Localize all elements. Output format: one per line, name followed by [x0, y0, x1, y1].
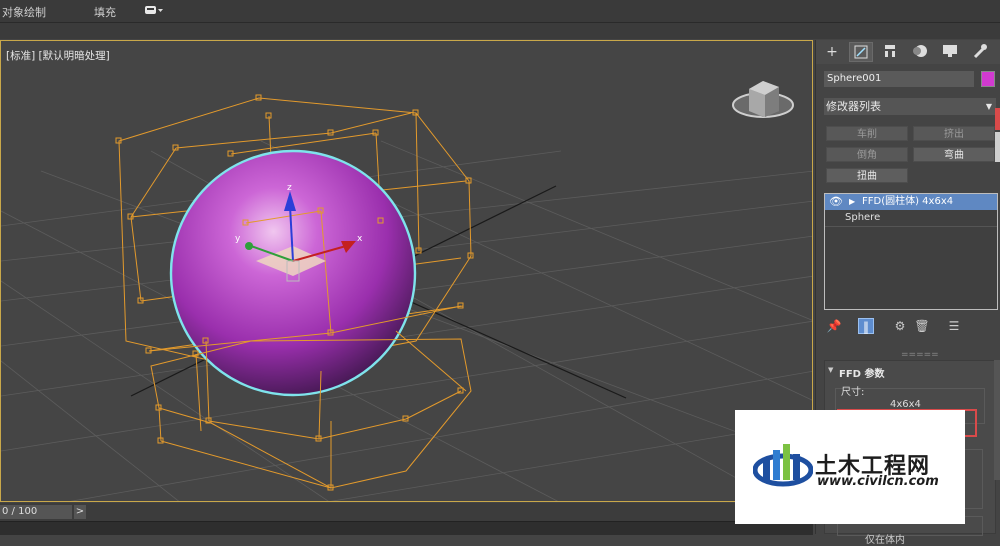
- expand-arrow-icon[interactable]: ▶: [849, 194, 855, 210]
- viewport-scene: [1, 81, 812, 501]
- modifier-stack: 👁 ▶ FFD(圆柱体) 4x6x4 Sphere: [824, 193, 998, 310]
- menubar: 对象绘制 填充: [0, 0, 1000, 23]
- panel-scrollbar[interactable]: [994, 360, 1000, 480]
- only-in-volume-radio[interactable]: 仅在体内: [865, 531, 905, 546]
- stack-item-sphere-label: Sphere: [845, 212, 881, 223]
- extrude-button[interactable]: 挤出: [913, 126, 995, 141]
- watermark-logo: [753, 444, 813, 487]
- gizmo-y-label: y: [235, 234, 241, 244]
- pin-stack-icon[interactable]: 📌: [826, 318, 842, 334]
- stack-item-sphere[interactable]: Sphere: [825, 210, 997, 227]
- grid: [1, 140, 812, 501]
- collapse-triangle-icon[interactable]: ▼: [828, 366, 833, 374]
- dimensions-label: 尺寸:: [841, 387, 865, 398]
- panel-divider-grip[interactable]: =====: [901, 350, 939, 360]
- watermark: 土木工程网 www.civilcn.com: [735, 410, 965, 524]
- stack-item-ffd-label: FFD(圆柱体) 4x6x4: [862, 196, 954, 207]
- eye-icon[interactable]: 👁: [829, 194, 843, 210]
- time-slider-frame[interactable]: 0 / 100: [0, 505, 72, 519]
- next-frame-button[interactable]: >: [74, 505, 86, 519]
- lathe-button[interactable]: 车削: [826, 126, 908, 141]
- fill-dropdown-icon[interactable]: [144, 5, 164, 17]
- modifier-list-dropdown[interactable]: 修改器列表 ▼: [824, 98, 996, 115]
- toolbar-strip: [0, 23, 1000, 39]
- stack-item-ffd[interactable]: 👁 ▶ FFD(圆柱体) 4x6x4: [825, 194, 997, 210]
- utilities-tab-icon[interactable]: [968, 42, 992, 62]
- gizmo-x-label: x: [357, 234, 363, 244]
- rollout-title[interactable]: FFD 参数: [839, 365, 884, 380]
- make-unique-icon[interactable]: ⚙: [892, 318, 908, 334]
- object-name-field[interactable]: Sphere001: [824, 71, 974, 87]
- time-slider: 0 / 100 >: [0, 503, 813, 521]
- command-panel-tabs: +: [816, 40, 1000, 64]
- modifier-scroll-strip[interactable]: [995, 108, 1000, 168]
- motion-tab-icon[interactable]: [908, 42, 932, 62]
- object-paint-menu[interactable]: 对象绘制: [2, 4, 46, 20]
- show-end-result-icon[interactable]: ‖: [858, 318, 874, 334]
- gizmo-z-label: z: [287, 183, 292, 193]
- hierarchy-tab-icon[interactable]: [878, 42, 902, 62]
- fill-menu[interactable]: 填充: [94, 4, 116, 20]
- watermark-url: www.civilcn.com: [817, 474, 939, 489]
- chamfer-button[interactable]: 倒角: [826, 147, 908, 162]
- object-color-swatch[interactable]: [981, 71, 995, 87]
- configure-sets-icon[interactable]: ☰: [946, 318, 962, 334]
- track-bar[interactable]: [0, 521, 813, 535]
- viewport-label[interactable]: [标准] [默认明暗处理]: [6, 48, 110, 63]
- twist-button[interactable]: 扭曲: [826, 168, 908, 183]
- bend-button[interactable]: 弯曲: [913, 147, 995, 162]
- modify-tab-icon[interactable]: [849, 42, 873, 62]
- perspective-viewport[interactable]: [标准] [默认明暗处理] z y x: [0, 40, 813, 502]
- create-tab-icon[interactable]: +: [820, 42, 844, 62]
- remove-modifier-icon[interactable]: 🗑: [914, 318, 930, 334]
- modifier-list-label: 修改器列表: [826, 100, 881, 113]
- display-tab-icon[interactable]: [938, 42, 962, 62]
- viewcube-icon: [732, 81, 794, 118]
- chevron-down-icon: ▼: [985, 102, 992, 111]
- stack-toolbar: 📌 ‖ ⚙ 🗑 ☰: [824, 318, 994, 336]
